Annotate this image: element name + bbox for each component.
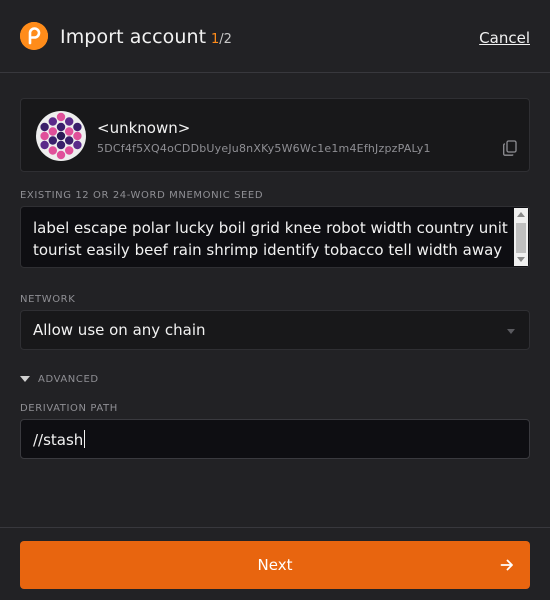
derivation-path-label: DERIVATION PATH <box>20 403 118 414</box>
next-button[interactable]: Next <box>20 541 530 589</box>
scroll-up-icon[interactable] <box>517 212 525 217</box>
step-indicator: 1/2 <box>211 32 232 47</box>
account-address: 5DCf4f5XQ4oCDDbUyeJu8nXKy5W6Wc1e1m4EfhJz… <box>97 142 431 155</box>
header: Import account 1/2 Cancel <box>0 0 550 73</box>
footer: Next <box>0 527 550 600</box>
caret-down-icon <box>20 376 30 382</box>
cancel-link[interactable]: Cancel <box>479 29 530 47</box>
derivation-path-value[interactable]: //stash <box>33 430 86 449</box>
next-button-label: Next <box>257 556 293 574</box>
network-select[interactable]: Allow use on any chain <box>20 310 530 350</box>
account-name: <unknown> <box>97 119 191 137</box>
derivation-path-input[interactable]: //stash <box>20 419 530 459</box>
scroll-down-icon[interactable] <box>517 257 525 262</box>
seed-textarea[interactable]: label escape polar lucky boil grid knee … <box>20 206 530 268</box>
seed-label: EXISTING 12 OR 24-WORD MNEMONIC SEED <box>20 190 264 201</box>
copy-icon[interactable] <box>503 140 517 156</box>
derivation-path-text: //stash <box>33 431 84 449</box>
seed-scrollbar[interactable] <box>514 208 528 266</box>
text-caret <box>84 430 86 448</box>
seed-text[interactable]: label escape polar lucky boil grid knee … <box>33 217 511 261</box>
scroll-thumb[interactable] <box>516 223 526 253</box>
identicon-avatar <box>36 111 86 161</box>
advanced-label: ADVANCED <box>38 374 99 385</box>
chevron-down-icon <box>507 329 515 334</box>
polkadot-logo-icon <box>20 22 48 50</box>
network-label: NETWORK <box>20 294 76 305</box>
step-total: /2 <box>219 32 232 47</box>
page-title: Import account <box>60 26 207 48</box>
account-card: <unknown> 5DCf4f5XQ4oCDDbUyeJu8nXKy5W6Wc… <box>20 98 530 172</box>
arrow-right-icon <box>500 559 513 571</box>
network-selected-value: Allow use on any chain <box>33 321 206 339</box>
